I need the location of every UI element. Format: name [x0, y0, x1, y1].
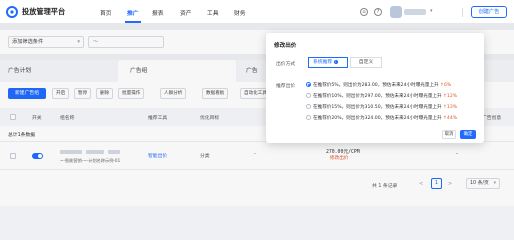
- radio[interactable]: [306, 104, 311, 109]
- bid-option-4-pct: ↑44%: [443, 116, 458, 121]
- bid-option-2-text: 在推荐价10%，则出价为297.00，预估未来24小时曝光量上升: [313, 94, 442, 99]
- radio[interactable]: [306, 115, 311, 120]
- help-icon[interactable]: ?: [374, 8, 382, 16]
- chevron-down-icon[interactable]: ▾: [430, 8, 433, 14]
- cancel-button[interactable]: 取消: [442, 130, 456, 139]
- recommend-bid-label: 推荐出价: [276, 84, 296, 89]
- nav-promotion[interactable]: 推广: [127, 8, 139, 17]
- bid-option-2[interactable]: 在推荐价10%，则出价为297.00，预估未来24小时曝光量上升 ↑12%: [306, 93, 457, 99]
- radio[interactable]: [306, 93, 311, 98]
- avatar[interactable]: [390, 6, 402, 18]
- modal-title: 修改出价: [274, 43, 297, 49]
- seg-system-recommend[interactable]: 系统推荐 i: [308, 57, 348, 68]
- nav-reports[interactable]: 报表: [152, 8, 164, 17]
- top-nav: 投放管理平台 首页 推广 报表 资产 工具 财务 ⌂ ? ▾ 创建广告: [0, 0, 514, 24]
- bid-option-2-pct: ↑12%: [443, 94, 458, 99]
- radio-selected[interactable]: [306, 82, 311, 87]
- bid-option-3[interactable]: 在推荐价15%，则出价为310.50，预估未来24小时曝光量上升 ↑13%: [306, 104, 457, 110]
- info-icon: i: [333, 60, 338, 64]
- confirm-button[interactable]: 确定: [460, 130, 476, 139]
- seg-custom[interactable]: 自定义: [350, 57, 382, 68]
- app-title: 投放管理平台: [22, 7, 66, 16]
- bid-option-1-text: 在推荐价5%，则出价为283.00，预估未来24小时曝光量上升: [313, 83, 439, 88]
- seg-system-recommend-label: 系统推荐: [313, 60, 333, 65]
- nav-assets[interactable]: 资产: [180, 8, 192, 17]
- notification-icon[interactable]: ⌂: [360, 8, 368, 16]
- nav-active-indicator: [125, 21, 141, 23]
- bid-option-4[interactable]: 在推荐价20%，则出价为324.00，预估未来24小时曝光量上升 ↑44%: [306, 115, 457, 121]
- bid-option-3-text: 在推荐价15%，则出价为310.50，预估未来24小时曝光量上升: [313, 105, 442, 110]
- bid-option-1-pct: ↑6%: [440, 83, 452, 88]
- nav-finance[interactable]: 财务: [234, 8, 246, 17]
- bid-mode-label: 出价方式: [276, 62, 296, 67]
- edit-bid-modal: 修改出价 出价方式 系统推荐 i 自定义 推荐出价 在推荐价5%，则出价为283…: [266, 33, 484, 143]
- bid-option-3-pct: ↑13%: [443, 105, 458, 110]
- nav-home[interactable]: 首页: [100, 8, 112, 17]
- logo-icon: [6, 6, 18, 18]
- account-name[interactable]: [404, 9, 426, 15]
- divider: [462, 8, 463, 17]
- create-ad-button[interactable]: 创建广告: [471, 6, 507, 18]
- nav-tools[interactable]: 工具: [207, 8, 219, 17]
- bid-option-1[interactable]: 在推荐价5%，则出价为283.00，预估未来24小时曝光量上升 ↑6%: [306, 82, 451, 88]
- bid-option-4-text: 在推荐价20%，则出价为324.00，预估未来24小时曝光量上升: [313, 116, 442, 121]
